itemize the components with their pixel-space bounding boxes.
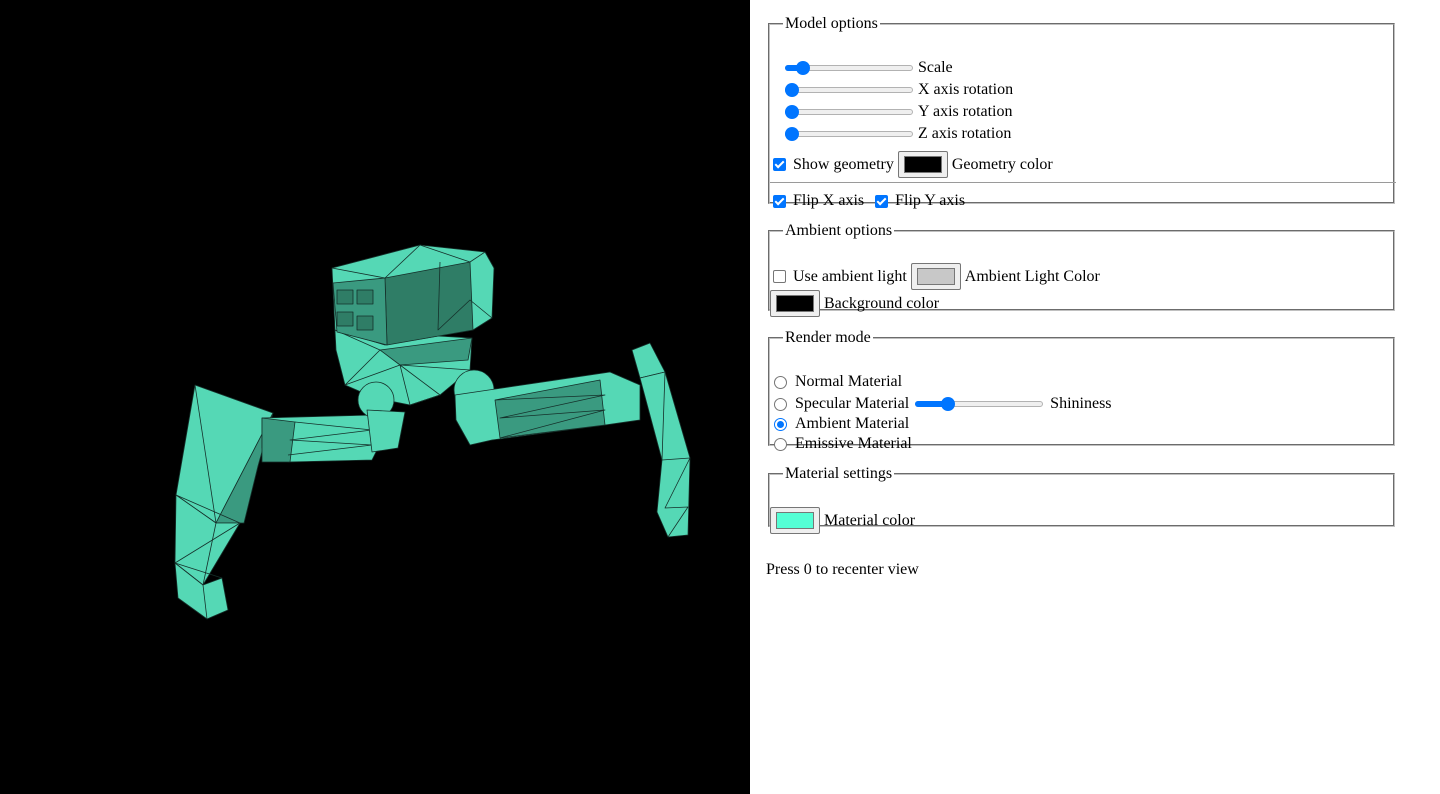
ambient-color-label: Ambient Light Color bbox=[964, 267, 1100, 285]
specular-material-label: Specular Material bbox=[795, 395, 910, 412]
ambient-row: Use ambient light Ambient Light Color bbox=[770, 263, 1100, 290]
emissive-material-label: Emissive Material bbox=[795, 435, 912, 452]
shininess-label: Shininess bbox=[1050, 395, 1112, 412]
ambient-options-legend: Ambient options bbox=[785, 222, 893, 239]
render-option-ambient: Ambient Material bbox=[770, 414, 909, 434]
y-rotation-slider[interactable] bbox=[785, 102, 913, 122]
ambient-color-picker[interactable] bbox=[910, 263, 961, 290]
ambient-material-label: Ambient Material bbox=[795, 415, 910, 432]
shininess-slider[interactable] bbox=[915, 394, 1044, 414]
emissive-material-radio[interactable] bbox=[774, 437, 787, 451]
material-color-picker[interactable] bbox=[770, 507, 820, 534]
normal-material-radio[interactable] bbox=[774, 375, 787, 389]
background-color-picker[interactable] bbox=[770, 290, 820, 317]
material-settings-fieldset: Material settings Material color bbox=[768, 464, 1395, 534]
right-leg-top bbox=[631, 342, 666, 379]
show-geometry-checkbox[interactable] bbox=[773, 158, 786, 171]
ambient-material-radio[interactable] bbox=[774, 417, 787, 431]
model-options-legend: Model options bbox=[785, 15, 878, 32]
y-rotation-label: Y axis rotation bbox=[918, 103, 1013, 120]
render-option-emissive: Emissive Material bbox=[770, 434, 912, 454]
right-leg bbox=[639, 371, 691, 538]
use-ambient-checkbox[interactable] bbox=[773, 270, 786, 283]
flip-x-label: Flip X axis bbox=[793, 192, 865, 209]
specular-material-radio[interactable] bbox=[774, 397, 787, 411]
normal-material-label: Normal Material bbox=[795, 373, 903, 390]
geometry-row: Show geometry Geometry color bbox=[770, 151, 1053, 178]
recenter-hint: Press 0 to recenter view bbox=[766, 561, 919, 578]
background-row: Background color bbox=[770, 290, 939, 317]
material-color-label: Material color bbox=[824, 511, 916, 529]
flip-x-checkbox[interactable] bbox=[773, 194, 786, 208]
material-color-row: Material color bbox=[770, 507, 915, 534]
geometry-color-picker[interactable] bbox=[897, 151, 948, 178]
head-window-3 bbox=[336, 311, 354, 327]
show-geometry-label: Show geometry bbox=[793, 155, 894, 173]
z-rotation-slider[interactable] bbox=[785, 124, 913, 144]
scale-label: Scale bbox=[918, 59, 953, 76]
z-rotation-label: Z axis rotation bbox=[918, 125, 1012, 142]
x-rotation-row: X axis rotation bbox=[785, 80, 1013, 100]
model-options-fieldset: Model options Scale X axis rotation Y ax… bbox=[768, 14, 1396, 209]
flip-y-label: Flip Y axis bbox=[895, 192, 966, 209]
head-window-1 bbox=[336, 289, 354, 305]
scale-row: Scale bbox=[785, 58, 953, 78]
x-rotation-slider[interactable] bbox=[785, 80, 913, 100]
flip-y-checkbox[interactable] bbox=[875, 194, 889, 208]
left-hip bbox=[366, 409, 406, 453]
flip-row: Flip X axis Flip Y axis bbox=[770, 191, 965, 211]
render-mode-legend: Render mode bbox=[785, 329, 871, 346]
scale-slider[interactable] bbox=[785, 58, 913, 78]
robot-model bbox=[174, 244, 691, 620]
3d-viewport[interactable] bbox=[0, 0, 750, 794]
options-divider bbox=[770, 182, 1396, 183]
use-ambient-label: Use ambient light bbox=[793, 267, 907, 285]
head-window-2 bbox=[356, 289, 374, 305]
geometry-color-label: Geometry color bbox=[951, 155, 1053, 173]
y-rotation-row: Y axis rotation bbox=[785, 102, 1013, 122]
head-window-4 bbox=[356, 315, 374, 331]
ambient-options-fieldset: Ambient options Use ambient light Ambien… bbox=[768, 221, 1395, 317]
z-rotation-row: Z axis rotation bbox=[785, 124, 1011, 144]
render-mode-fieldset: Render mode Normal Material Specular Mat… bbox=[768, 328, 1395, 452]
render-option-specular: Specular Material Shininess bbox=[770, 394, 1112, 414]
x-rotation-label: X axis rotation bbox=[918, 81, 1014, 98]
material-settings-legend: Material settings bbox=[785, 465, 893, 482]
background-color-label: Background color bbox=[824, 294, 940, 312]
render-option-normal: Normal Material bbox=[770, 372, 902, 392]
